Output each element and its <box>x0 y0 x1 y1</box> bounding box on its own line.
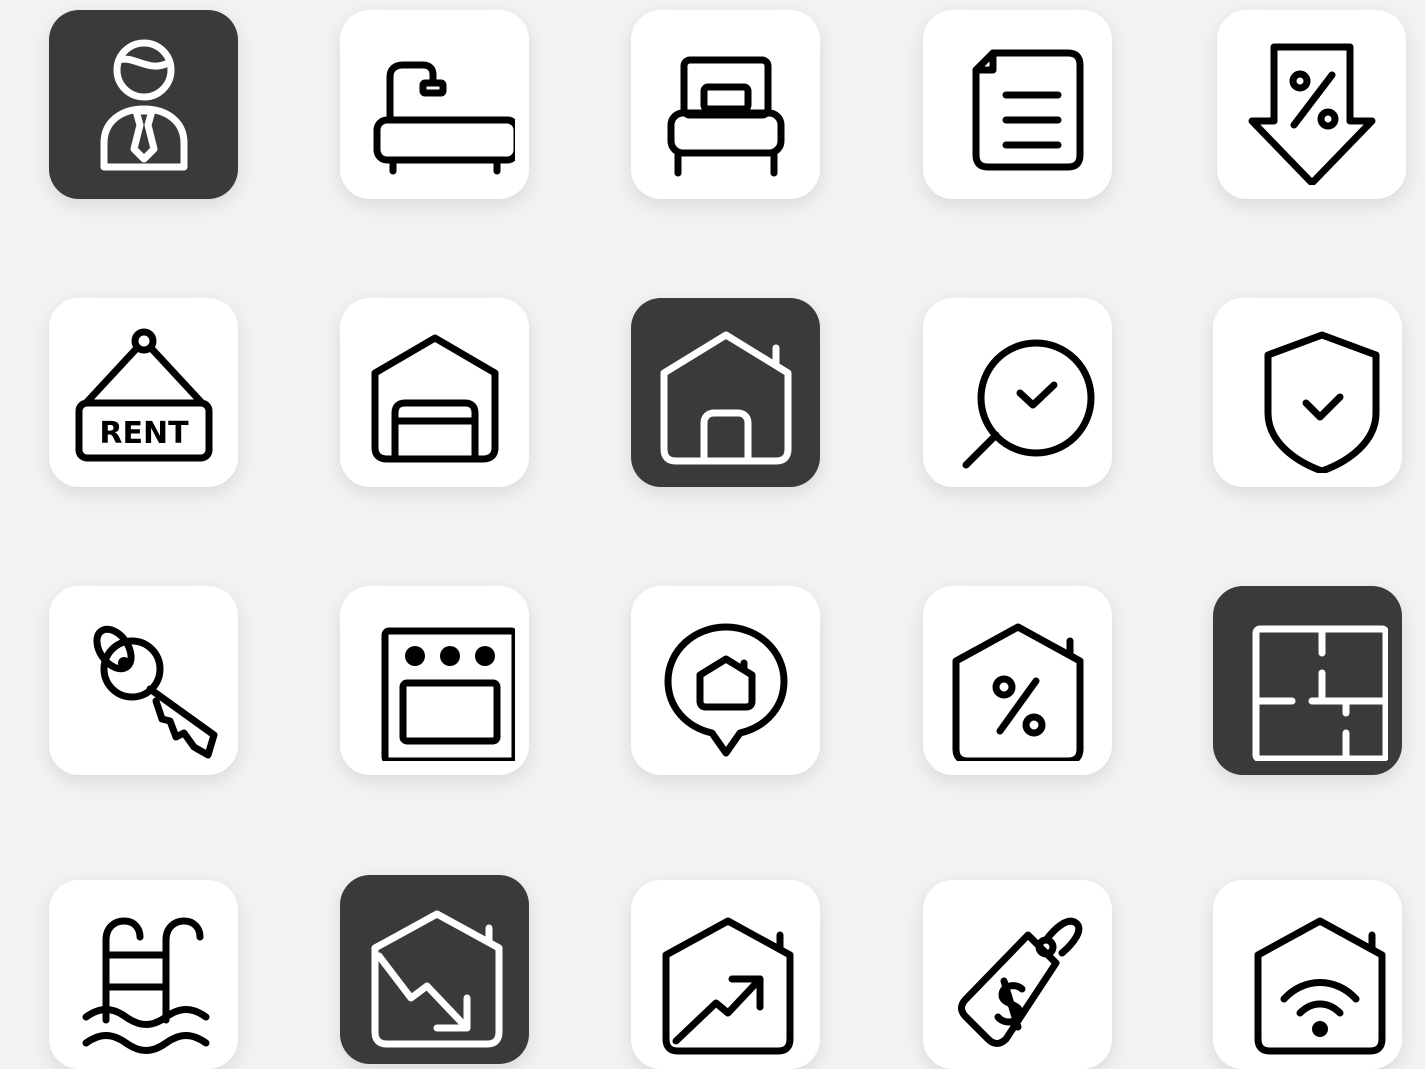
shield-check-icon[interactable] <box>1213 298 1402 487</box>
home-location-pin-icon <box>664 623 787 756</box>
home-value-down-icon[interactable] <box>340 875 529 1064</box>
price-tag-dollar-icon[interactable] <box>923 880 1112 1069</box>
home-value-up-icon[interactable] <box>631 880 820 1069</box>
home-icon[interactable] <box>631 298 820 487</box>
bathtub-icon[interactable] <box>340 10 529 199</box>
real-estate-agent-icon[interactable] <box>49 10 238 199</box>
floor-plan-icon <box>1252 625 1388 761</box>
rent-sign-icon: RENT <box>75 328 212 461</box>
swimming-pool-icon[interactable] <box>49 880 238 1069</box>
bed-icon[interactable] <box>631 10 820 199</box>
floor-plan-icon[interactable] <box>1213 586 1402 775</box>
bathtub-icon <box>373 61 515 174</box>
rent-sign-icon[interactable]: RENT <box>49 298 238 487</box>
home-discount-icon[interactable] <box>923 586 1112 775</box>
real-estate-agent-icon <box>100 39 187 170</box>
key-icon <box>92 625 217 758</box>
rent-text: RENT <box>99 416 189 451</box>
document-icon[interactable] <box>923 10 1112 199</box>
price-tag-dollar-icon <box>957 917 1082 1047</box>
key-icon[interactable] <box>49 586 238 775</box>
home-location-pin-icon[interactable] <box>631 586 820 775</box>
search-check-icon[interactable] <box>923 298 1112 487</box>
home-discount-icon <box>952 623 1083 761</box>
home-icon <box>660 331 791 464</box>
bed-icon <box>667 56 784 176</box>
price-down-percent-icon <box>1248 43 1375 185</box>
home-value-down-icon <box>371 910 502 1047</box>
oven-icon[interactable] <box>340 586 529 775</box>
garage-icon[interactable] <box>340 298 529 487</box>
price-down-percent-icon[interactable] <box>1217 10 1406 199</box>
home-value-up-icon <box>662 917 793 1054</box>
garage-icon <box>371 334 498 462</box>
swimming-pool-icon <box>82 917 209 1054</box>
document-icon <box>972 49 1083 170</box>
shield-check-icon <box>1264 331 1379 473</box>
smart-home-wifi-icon[interactable] <box>1213 880 1402 1069</box>
oven-icon <box>381 627 515 761</box>
smart-home-wifi-icon <box>1254 917 1385 1054</box>
search-check-icon <box>962 339 1094 468</box>
